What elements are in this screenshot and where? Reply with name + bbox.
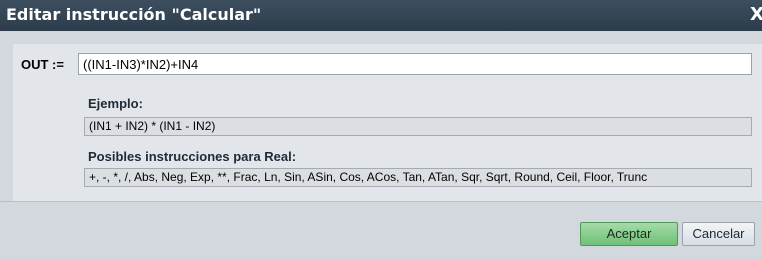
expression-input[interactable]	[78, 53, 752, 75]
example-heading: Ejemplo:	[88, 96, 143, 111]
instructions-field: +, -, *, /, Abs, Neg, Exp, **, Frac, Ln,…	[84, 168, 752, 187]
accept-button[interactable]: Aceptar	[580, 222, 678, 246]
cancel-button[interactable]: Cancelar	[682, 222, 755, 246]
footer-divider	[0, 201, 762, 202]
instructions-heading: Posibles instrucciones para Real:	[88, 149, 297, 164]
out-label: OUT :=	[21, 57, 64, 72]
example-field: (IN1 + IN2) * (IN1 - IN2)	[84, 117, 752, 136]
dialog-titlebar[interactable]: Editar instrucción "Calcular" X	[0, 0, 762, 31]
edit-instruction-dialog: Editar instrucción "Calcular" X OUT := E…	[0, 0, 762, 259]
close-icon[interactable]: X	[750, 4, 762, 26]
dialog-title: Editar instrucción "Calcular"	[6, 5, 262, 24]
